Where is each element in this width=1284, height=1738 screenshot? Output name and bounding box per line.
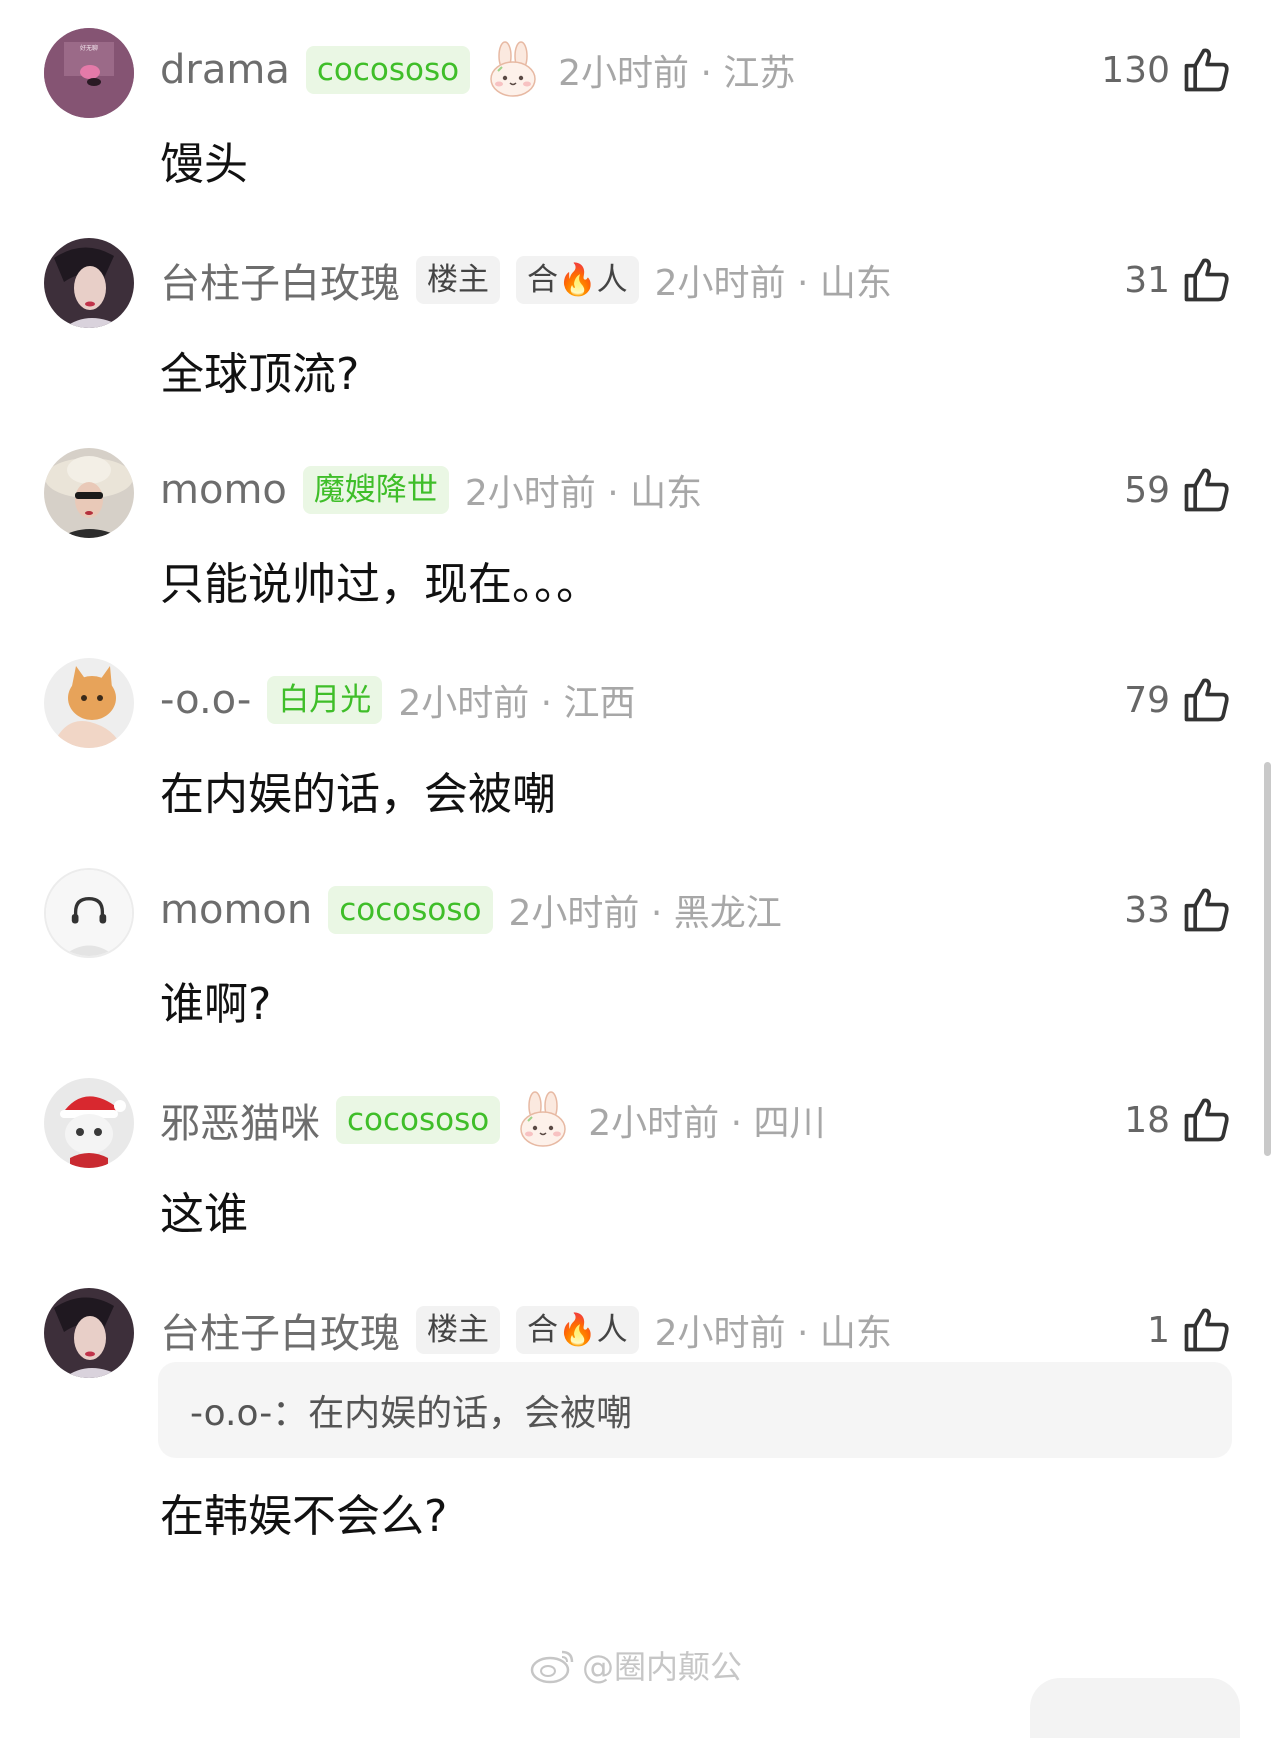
comment-meta: 台柱子白玫瑰 楼主 合🔥人 2小时前 · 山东: [160, 1300, 892, 1360]
avatar-image: [44, 658, 134, 748]
comment-text[interactable]: 在韩娱不会么?: [160, 1480, 447, 1544]
bunny-sticker-icon: [484, 41, 542, 99]
time-location: 2小时前 · 山东: [464, 473, 703, 514]
like-count: 31: [1124, 259, 1170, 301]
like-count: 18: [1124, 1099, 1170, 1141]
avatar-image: [44, 448, 134, 538]
comment-meta: momon cocososo 2小时前 · 黑龙江: [160, 880, 782, 940]
comment-meta: momo 魔嫂降世 2小时前 · 山东: [160, 460, 702, 520]
watermark: @圈内颠公: [530, 1642, 742, 1688]
time-location: 2小时前 · 山东: [654, 1313, 892, 1354]
avatar-image: [44, 1288, 134, 1378]
avatar[interactable]: [44, 448, 134, 538]
comment-text[interactable]: 这谁: [160, 1178, 248, 1242]
comment-meta: 台柱子白玫瑰 楼主 合🔥人 2小时前 · 山东: [160, 250, 892, 310]
fan-badge[interactable]: 魔嫂降世: [302, 466, 449, 514]
time-location: 2小时前 · 山东: [654, 263, 892, 304]
username[interactable]: 台柱子白玫瑰: [160, 1301, 400, 1359]
like-count: 79: [1124, 679, 1170, 721]
like-count: 130: [1101, 49, 1170, 91]
default-avatar-icon: [46, 870, 132, 956]
comment-meta: 邪恶猫咪 cocososo 2小时前 · 四川: [160, 1090, 826, 1150]
avatar-image: [44, 1078, 134, 1168]
comment-text[interactable]: 在内娱的话，会被嘲: [160, 758, 556, 822]
fan-badge[interactable]: cocososo: [328, 886, 493, 934]
fan-badge[interactable]: cocososo: [336, 1096, 501, 1144]
title-badge[interactable]: 合🔥人: [516, 256, 639, 304]
op-badge: 楼主: [416, 1306, 500, 1354]
title-badge[interactable]: 合🔥人: [516, 1306, 639, 1354]
avatar[interactable]: [44, 1078, 134, 1168]
comment-text[interactable]: 馒头: [160, 128, 248, 192]
comment-meta: -o.o- 白月光 2小时前 · 江西: [160, 670, 636, 730]
fan-badge[interactable]: 白月光: [267, 676, 383, 724]
fan-badge[interactable]: cocososo: [305, 46, 471, 94]
time-location: 2小时前 · 黑龙江: [508, 893, 782, 934]
like-count: 59: [1124, 469, 1170, 511]
scrollbar[interactable]: [1264, 762, 1271, 1156]
username[interactable]: 邪恶猫咪: [160, 1091, 320, 1149]
time-location: 2小时前 · 江苏: [558, 53, 796, 94]
thumbs-up-icon: [1180, 1304, 1232, 1356]
comment-text[interactable]: 只能说帅过，现在。。。: [160, 548, 600, 612]
like-count: 33: [1124, 889, 1170, 931]
thumbs-up-icon: [1180, 44, 1232, 96]
like-button[interactable]: 31: [1124, 250, 1232, 310]
like-button[interactable]: 79: [1124, 670, 1232, 730]
avatar-caption: 好无聊: [80, 44, 98, 52]
avatar[interactable]: 好无聊: [44, 28, 134, 118]
thumbs-up-icon: [1180, 674, 1232, 726]
comment-meta: drama cocososo 2小时前 · 江苏: [160, 40, 795, 100]
op-badge: 楼主: [416, 256, 500, 304]
like-button[interactable]: 33: [1124, 880, 1232, 940]
username[interactable]: -o.o-: [160, 677, 251, 723]
like-button[interactable]: 1: [1147, 1300, 1232, 1360]
time-location: 2小时前 · 江西: [398, 683, 636, 724]
floating-button[interactable]: [1030, 1678, 1240, 1738]
watermark-text: @圈内颠公: [582, 1648, 743, 1686]
comment-text[interactable]: 谁啊?: [160, 968, 271, 1032]
avatar[interactable]: [44, 238, 134, 328]
avatar-image: [44, 238, 134, 328]
quoted-reply[interactable]: -o.o-：在内娱的话，会被嘲: [158, 1362, 1232, 1458]
thumbs-up-icon: [1180, 464, 1232, 516]
bunny-sticker-icon: [514, 1091, 572, 1149]
avatar[interactable]: [44, 1288, 134, 1378]
like-button[interactable]: 18: [1124, 1090, 1232, 1150]
comment-text[interactable]: 全球顶流?: [160, 338, 359, 402]
like-button[interactable]: 59: [1124, 460, 1232, 520]
thumbs-up-icon: [1180, 1094, 1232, 1146]
avatar[interactable]: [44, 658, 134, 748]
username[interactable]: momo: [160, 467, 287, 513]
username[interactable]: 台柱子白玫瑰: [160, 251, 400, 309]
thumbs-up-icon: [1180, 254, 1232, 306]
thumbs-up-icon: [1180, 884, 1232, 936]
avatar[interactable]: [44, 868, 134, 958]
avatar-image: 好无聊: [44, 28, 134, 118]
username[interactable]: momon: [160, 887, 312, 933]
username[interactable]: drama: [160, 47, 290, 93]
like-count: 1: [1147, 1309, 1170, 1351]
like-button[interactable]: 130: [1101, 40, 1232, 100]
weibo-logo-icon: [530, 1650, 574, 1684]
time-location: 2小时前 · 四川: [588, 1103, 826, 1144]
